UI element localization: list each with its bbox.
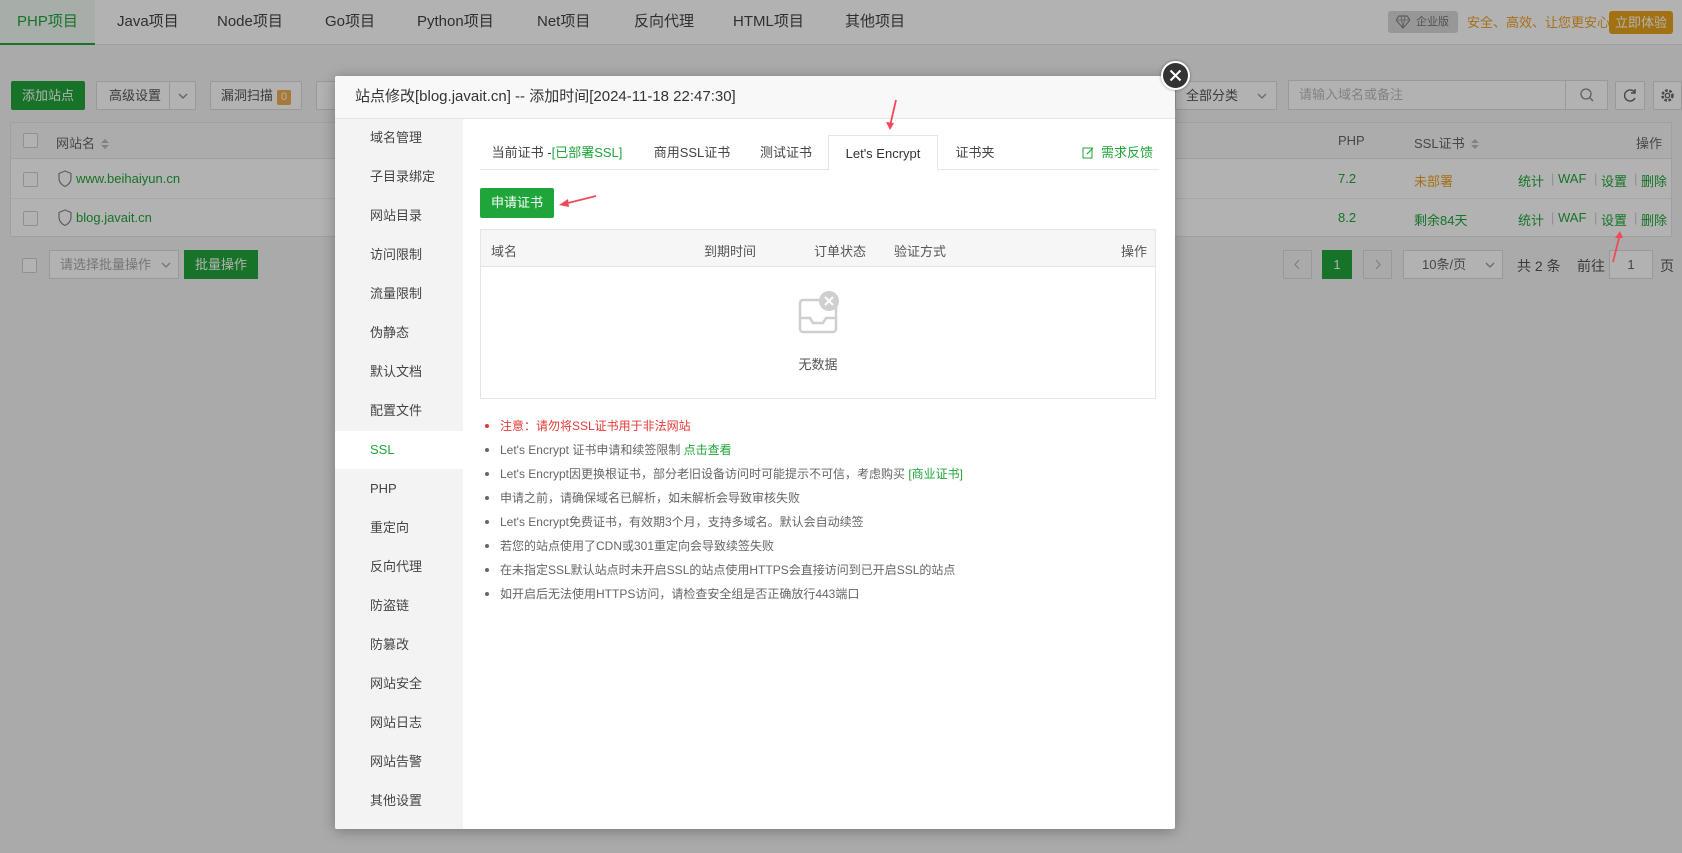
- site-edit-modal: 站点修改[blog.javait.cn] -- 添加时间[2024-11-18 …: [335, 76, 1175, 829]
- feedback-label: 需求反馈: [1100, 145, 1153, 160]
- side-item-access-limit[interactable]: 访问限制: [335, 236, 463, 274]
- note-text: Let's Encrypt因更换根证书，部分老旧设备访问时可能提示不可信，考虑购…: [500, 467, 905, 481]
- side-item-php[interactable]: PHP: [335, 470, 463, 508]
- note-text: Let's Encrypt 证书申请和续签限制: [500, 443, 681, 457]
- note-item: 在未指定SSL默认站点时未开启SSL的站点使用HTTPS会直接访问到已开启SSL…: [480, 558, 1156, 582]
- apply-cert-button[interactable]: 申请证书: [480, 188, 554, 218]
- side-item-site-dir[interactable]: 网站目录: [335, 197, 463, 235]
- view-limits-link[interactable]: 点击查看: [684, 443, 732, 457]
- empty-box-icon: [798, 291, 839, 334]
- note-item: 申请之前，请确保域名已解析，如未解析会导致审核失败: [480, 486, 1156, 510]
- note-item: 注意：请勿将SSL证书用于非法网站: [480, 414, 1156, 438]
- side-item-domain[interactable]: 域名管理: [335, 119, 463, 157]
- ssl-deployed-status: [已部署SSL]: [551, 145, 623, 160]
- modal-side-menu: 域名管理 子目录绑定 网站目录 访问限制 流量限制 伪静态 默认文档 配置文件 …: [335, 119, 463, 829]
- side-item-ssl[interactable]: SSL: [335, 431, 463, 469]
- modal-close-button[interactable]: [1161, 61, 1190, 90]
- side-item-traffic-limit[interactable]: 流量限制: [335, 275, 463, 313]
- side-item-config-file[interactable]: 配置文件: [335, 392, 463, 430]
- note-item: 若您的站点使用了CDN或301重定向会导致续签失败: [480, 534, 1156, 558]
- side-item-rewrite[interactable]: 伪静态: [335, 314, 463, 352]
- note-item: Let's Encrypt 证书申请和续签限制 点击查看: [480, 438, 1156, 462]
- tab-current-cert[interactable]: 当前证书 -[已部署SSL]: [480, 135, 634, 170]
- side-item-redirect[interactable]: 重定向: [335, 509, 463, 547]
- side-item-reverse-proxy[interactable]: 反向代理: [335, 548, 463, 586]
- cert-table-header: 域名 到期时间 订单状态 验证方式 操作: [481, 230, 1155, 267]
- side-item-site-log[interactable]: 网站日志: [335, 704, 463, 742]
- empty-text: 无数据: [798, 357, 838, 372]
- tab-cert-folder[interactable]: 证书夹: [938, 135, 1012, 170]
- side-item-subdir[interactable]: 子目录绑定: [335, 158, 463, 196]
- annotation-arrow: [886, 99, 897, 130]
- note-item: Let's Encrypt因更换根证书，部分老旧设备访问时可能提示不可信，考虑购…: [480, 462, 1156, 486]
- side-item-hotlink[interactable]: 防盗链: [335, 587, 463, 625]
- side-item-other-settings[interactable]: 其他设置: [335, 782, 463, 820]
- col-verify-method: 验证方式: [894, 244, 947, 259]
- close-icon: [1163, 63, 1188, 88]
- tab-lets-encrypt[interactable]: Let's Encrypt: [828, 135, 938, 171]
- side-item-tamper[interactable]: 防篡改: [335, 626, 463, 664]
- note-item: Let's Encrypt免费证书，有效期3个月，支持多域名。默认会自动续签: [480, 510, 1156, 534]
- tab-current-cert-label: 当前证书 -: [491, 145, 552, 160]
- cert-table: 域名 到期时间 订单状态 验证方式 操作 无数据: [480, 229, 1156, 399]
- feedback-link[interactable]: 需求反馈: [1082, 135, 1153, 170]
- side-item-site-security[interactable]: 网站安全: [335, 665, 463, 703]
- col-order-status: 订单状态: [814, 244, 867, 259]
- commercial-cert-link[interactable]: [商业证书]: [908, 467, 963, 481]
- annotation-arrow: [559, 195, 597, 207]
- col-expiry: 到期时间: [704, 244, 757, 259]
- ssl-notes: 注意：请勿将SSL证书用于非法网站 Let's Encrypt 证书申请和续签限…: [480, 414, 1156, 606]
- edit-icon: [1082, 147, 1094, 159]
- note-item: 如开启后无法使用HTTPS访问，请检查安全组是否正确放行443端口: [480, 582, 1156, 606]
- side-item-site-alert[interactable]: 网站告警: [335, 743, 463, 781]
- tab-test-cert[interactable]: 测试证书: [744, 135, 828, 170]
- modal-title: 站点修改[blog.javait.cn] -- 添加时间[2024-11-18 …: [335, 76, 1175, 119]
- annotation-arrow: [1612, 231, 1623, 263]
- tab-commercial-ssl[interactable]: 商用SSL证书: [640, 135, 744, 170]
- ssl-tabs: 当前证书 -[已部署SSL] 商用SSL证书 测试证书 Let's Encryp…: [480, 135, 1159, 171]
- col-ops: 操作: [1120, 244, 1147, 259]
- side-item-default-doc[interactable]: 默认文档: [335, 353, 463, 391]
- col-domain: 域名: [491, 244, 518, 259]
